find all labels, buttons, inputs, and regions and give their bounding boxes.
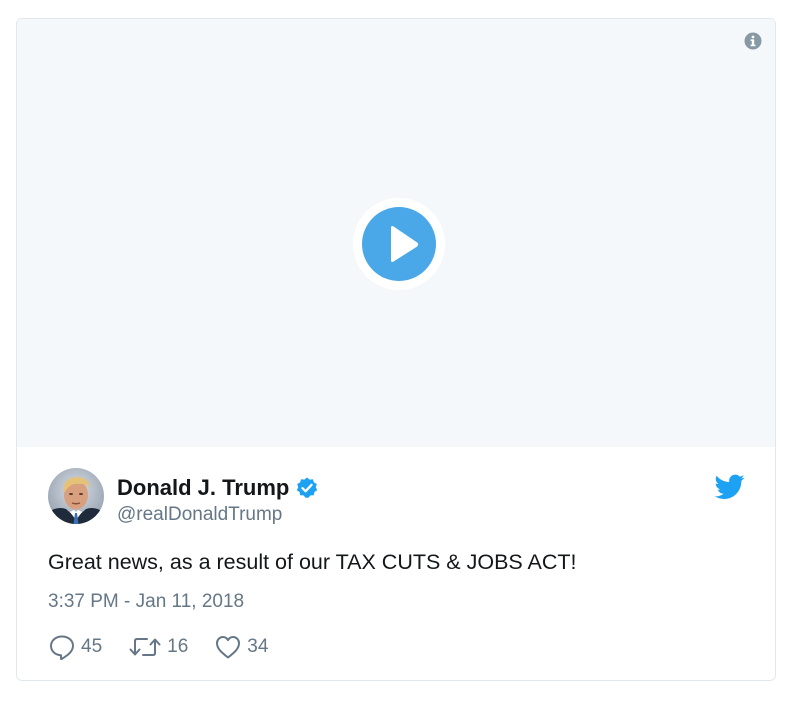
retweet-count: 16 [167, 636, 189, 657]
retweet-icon [129, 638, 161, 656]
avatar[interactable] [48, 468, 104, 524]
retweet-button[interactable]: 16 [128, 633, 188, 661]
play-button[interactable] [353, 198, 445, 290]
verified-badge-icon [295, 476, 319, 500]
twitter-bird-icon[interactable] [714, 474, 745, 500]
tweet-timestamp[interactable]: 3:37 PM - Jan 11, 2018 [48, 591, 244, 613]
tweet-body: Donald J. Trump @realDonaldTrump Great n… [17, 447, 775, 680]
reply-button[interactable]: 45 [48, 633, 102, 661]
like-button[interactable]: 34 [214, 633, 268, 661]
display-name[interactable]: Donald J. Trump [117, 475, 289, 501]
tweet-text: Great news, as a result of our TAX CUTS … [48, 550, 577, 574]
like-count: 34 [247, 636, 269, 657]
tweet-embed-card: Donald J. Trump @realDonaldTrump Great n… [16, 18, 776, 681]
play-icon [391, 226, 419, 262]
author-name-row[interactable]: Donald J. Trump [117, 475, 319, 501]
tweet-actions: 45 16 34 [48, 632, 294, 662]
video-media[interactable] [17, 19, 775, 447]
info-icon[interactable] [744, 32, 762, 50]
heart-icon [216, 636, 241, 659]
author-handle[interactable]: @realDonaldTrump [117, 504, 282, 526]
reply-icon [50, 635, 74, 661]
reply-count: 45 [81, 636, 103, 657]
